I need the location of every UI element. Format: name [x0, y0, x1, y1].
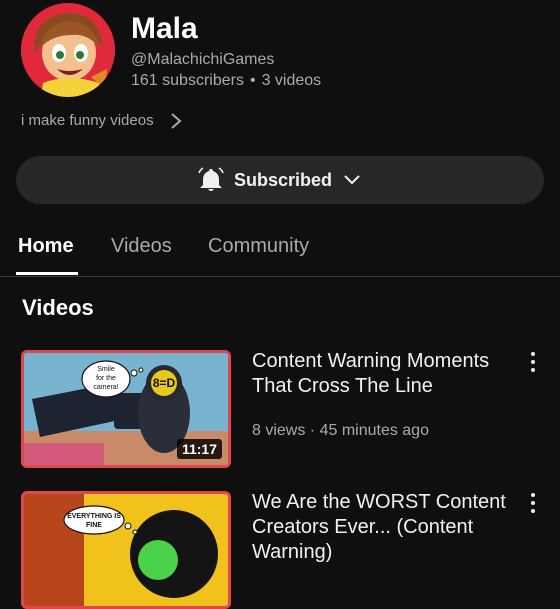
channel-tabs: Home Videos Community: [0, 228, 560, 277]
tab-home[interactable]: Home: [18, 234, 74, 258]
subscribed-label: Subscribed: [233, 169, 333, 190]
svg-text:camera!: camera!: [93, 384, 118, 391]
description-text: i make funny videos: [21, 112, 154, 129]
chevron-down-icon: [344, 175, 360, 185]
chevron-right-icon: [170, 113, 182, 129]
video-count: 3 videos: [261, 72, 322, 89]
subscriber-count: 161 subscribers: [131, 72, 244, 89]
svg-text:Smile: Smile: [97, 366, 115, 373]
video-thumbnail[interactable]: EVERYTHING IS FINE: [21, 491, 231, 609]
channel-stats: 161 subscribers • 3 videos: [131, 72, 321, 90]
svg-text:EVERYTHING IS: EVERYTHING IS: [67, 513, 121, 520]
svg-text:8=D: 8=D: [153, 376, 176, 390]
channel-name: Mala: [131, 12, 198, 45]
svg-text:for the: for the: [96, 375, 116, 382]
video-title[interactable]: Content Warning Moments That Cross The L…: [252, 349, 512, 399]
subscribed-button[interactable]: Subscribed: [16, 156, 544, 204]
thumbnail-image: EVERYTHING IS FINE: [24, 494, 228, 606]
svg-text:FINE: FINE: [86, 522, 102, 529]
more-options-icon[interactable]: [522, 491, 544, 515]
section-title: Videos: [22, 295, 94, 320]
video-duration: 11:17: [176, 439, 222, 459]
video-title[interactable]: We Are the WORST Content Creators Ever..…: [252, 490, 512, 565]
tab-videos[interactable]: Videos: [111, 234, 172, 258]
channel-avatar[interactable]: [21, 3, 115, 97]
video-meta: 8 views · 45 minutes ago: [252, 422, 429, 439]
active-tab-indicator: [16, 272, 78, 275]
more-options-icon[interactable]: [522, 350, 544, 374]
video-thumbnail[interactable]: Smile for the camera! 8=D 11:17: [21, 350, 231, 468]
channel-handle: @MalachichiGames: [131, 51, 275, 68]
bell-icon: [198, 167, 224, 191]
cartoon-avatar-icon: [21, 3, 115, 97]
stats-separator: •: [249, 72, 256, 89]
tab-community[interactable]: Community: [208, 234, 309, 258]
channel-description[interactable]: i make funny videos: [21, 112, 184, 130]
